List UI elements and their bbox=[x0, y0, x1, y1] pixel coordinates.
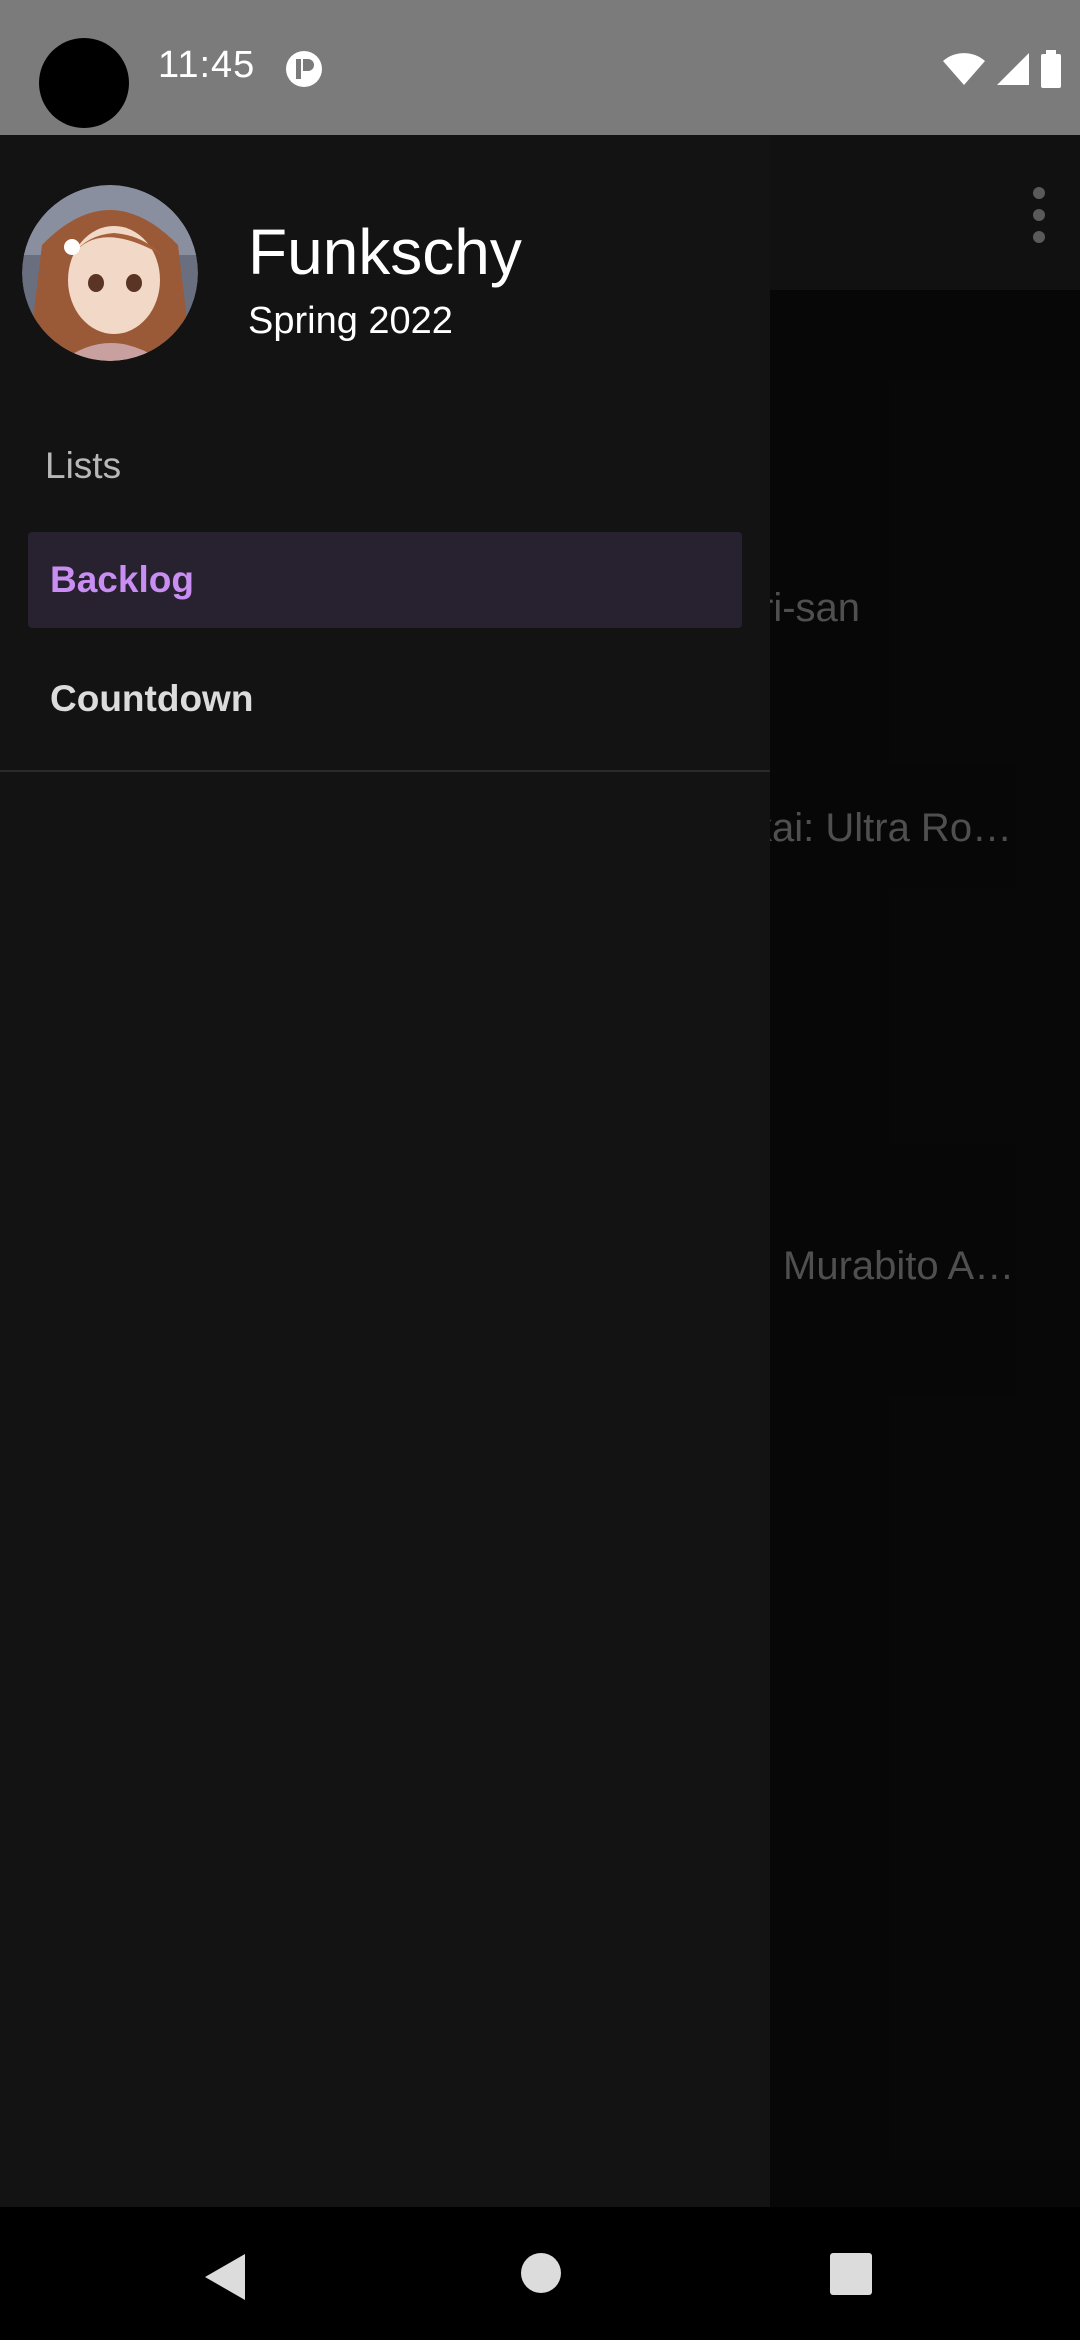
app-notification-icon bbox=[286, 51, 322, 87]
camera-cutout bbox=[39, 38, 129, 128]
status-bar: 11:45 bbox=[0, 0, 1080, 135]
drawer-item-label: Backlog bbox=[50, 559, 194, 600]
navigation-drawer: Funkschy Spring 2022 Lists Backlog Count… bbox=[0, 135, 770, 2207]
avatar[interactable] bbox=[22, 185, 198, 361]
drawer-username: Funkschy bbox=[248, 216, 522, 288]
recents-icon[interactable] bbox=[829, 2252, 873, 2296]
drawer-item-countdown[interactable]: Countdown bbox=[28, 651, 742, 747]
back-icon[interactable] bbox=[203, 2252, 247, 2302]
home-icon[interactable] bbox=[520, 2252, 562, 2294]
wifi-icon bbox=[943, 53, 985, 85]
drawer-season: Spring 2022 bbox=[248, 300, 453, 342]
status-time: 11:45 bbox=[158, 44, 256, 86]
battery-icon bbox=[1041, 50, 1061, 88]
screen: ri-san kai: Ultra Ro… Murabito A… 11:45 bbox=[0, 0, 1080, 2340]
drawer-divider bbox=[0, 770, 770, 772]
section-header-lists: Lists bbox=[45, 445, 122, 486]
status-icons bbox=[942, 50, 1062, 88]
drawer-item-label: Countdown bbox=[50, 678, 254, 719]
drawer-item-backlog[interactable]: Backlog bbox=[28, 532, 742, 628]
cellular-signal-icon bbox=[997, 53, 1029, 85]
